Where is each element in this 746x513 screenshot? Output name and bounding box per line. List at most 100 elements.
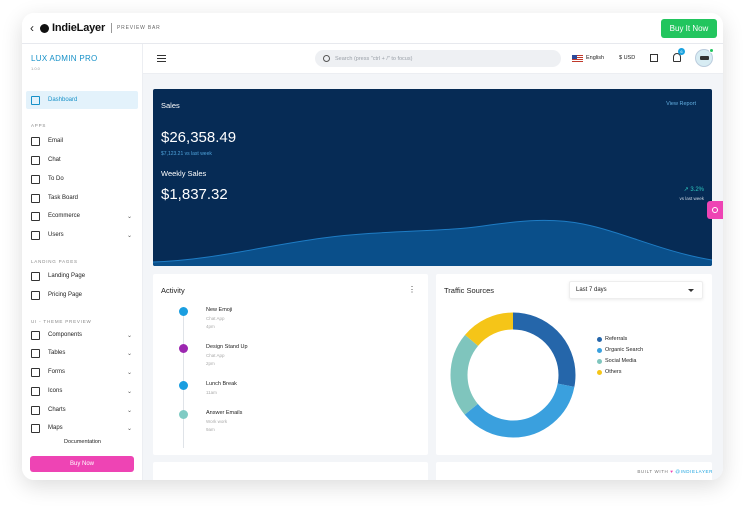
activity-item-time: 4pm [206,324,215,329]
activity-card: Activity ⋮ New Emoji Chat App 4pm Design St… [153,274,428,455]
documentation-link[interactable]: Documentation [22,439,143,445]
chevron-left-icon[interactable]: ‹ [30,21,34,35]
timeline-dot [179,381,188,390]
timeline-dot [179,344,188,353]
notification-badge: 6 [678,48,685,55]
menu-icon[interactable] [157,55,166,62]
timeline-line [183,310,184,448]
chevron-down-icon: ⌄ [126,232,132,239]
chevron-down-icon: ⌄ [126,332,132,339]
sidebar-item-chat[interactable]: Chat [26,151,138,169]
sidebar-section-label: UI - THEME PREVIEW [31,319,92,324]
activity-item-title: Answer Emails [206,410,243,416]
legend-label: Organic Search [605,347,644,353]
sidebar-item-icons[interactable]: Icons ⌄ [26,382,138,400]
sales-wave-area [153,220,712,266]
legend-item: Referrals [597,336,627,342]
board-icon [31,193,40,203]
sidebar-item-tables[interactable]: Tables ⌄ [26,344,138,362]
app-window: ‹ IndieLayer PREVIEW BAR Buy It Now LUX … [22,13,723,480]
buy-it-now-button[interactable]: Buy It Now [661,19,717,38]
legend-dot [597,369,602,375]
form-icon [31,367,40,377]
sidebar-item-maps[interactable]: Maps ⌄ [26,419,138,437]
activity-item-time: 9am [206,427,215,432]
plane-icon [31,271,40,281]
indielayer-link[interactable]: @INDIELAYER [675,469,713,474]
sidebar-item-to-do[interactable]: To Do [26,170,138,188]
sidebar-item-label: Forms [48,369,65,375]
app-version: 1.0.0 [31,66,40,71]
chevron-down-icon: ⌄ [126,369,132,376]
buy-now-button[interactable]: Buy Now [30,456,134,472]
sales-total: $26,358.49 [161,129,237,146]
dashboard-icon [31,95,40,105]
activity-item-title: Design Stand Up [206,344,248,350]
activity-item-title: Lunch Break [206,381,237,387]
sidebar-item-dashboard[interactable]: Dashboard [26,91,138,109]
activity-item-title: New Emoji [206,307,233,313]
traffic-sources-card: Traffic Sources Last 7 days Referrals Org… [436,274,712,455]
legend-dot [597,358,602,364]
cube-icon [31,330,40,340]
activity-title: Activity [161,286,185,295]
more-vertical-icon[interactable]: ⋮ [408,285,416,294]
currency-selector[interactable]: $ USD [619,55,635,61]
sidebar-item-email[interactable]: Email [26,132,138,150]
store-icon [31,211,40,221]
activity-item-time: 2pm [206,361,215,366]
sidebar-item-pricing-page[interactable]: Pricing Page [26,286,138,304]
chevron-down-icon: ⌄ [126,388,132,395]
sales-wave-chart [153,219,712,266]
sidebar-item-forms[interactable]: Forms ⌄ [26,363,138,381]
sidebar-item-users[interactable]: Users ⌄ [26,226,138,244]
date-range-select[interactable]: Last 7 days [569,281,703,299]
sidebar-item-landing-page[interactable]: Landing Page [26,267,138,285]
legend-item: Organic Search [597,347,643,353]
view-report-link[interactable]: View Report [666,101,696,107]
language-selector[interactable]: English [586,55,604,61]
sidebar-item-label: Components [48,332,83,338]
legend-label: Referrals [605,336,628,342]
sidebar-item-task-board[interactable]: Task Board [26,189,138,207]
built-with-footer: BUILT WITH ♥ @INDIELAYER [637,469,713,474]
caret-down-icon [688,289,694,292]
search-icon [323,55,330,62]
apps-grid-icon[interactable] [650,54,658,62]
chevron-down-icon: ⌄ [126,425,132,432]
shapes-icon [31,386,40,396]
search-placeholder: Search (press "ctrl + /" to focus) [335,55,413,62]
brand-name: IndieLayer [52,22,106,34]
table-icon [31,348,40,358]
weekly-sales-total: $1,837.32 [161,186,228,203]
sidebar-item-label: Maps [48,425,63,431]
preview-bar: ‹ IndieLayer PREVIEW BAR Buy It Now [22,13,723,44]
weekly-sales-title: Weekly Sales [161,169,207,178]
sidebar-item-label: Chat [48,157,61,163]
sidebar-item-label: Users [48,232,64,238]
chevron-down-icon: ⌄ [126,407,132,414]
search-input[interactable]: Search (press "ctrl + /" to focus) [315,50,561,67]
sidebar-item-label: Icons [48,388,63,394]
growth-percent: ↗ 3.2% [683,187,704,193]
header: Search (press "ctrl + /" to focus) Engli… [143,44,723,74]
sidebar-item-label: Email [48,138,64,144]
timeline-dot [179,410,188,419]
chart-icon [31,405,40,415]
us-flag-icon[interactable] [572,55,583,62]
sidebar-item-ecommerce[interactable]: Ecommerce ⌄ [26,207,138,225]
main-content: Search (press "ctrl + /" to focus) Engli… [143,44,723,480]
settings-gear-button[interactable] [707,201,723,219]
chevron-down-icon: ⌄ [126,350,132,357]
activity-item-source: Chat App [206,316,225,321]
sidebar-item-label: Tables [48,350,66,356]
indielayer-logo-icon [40,23,49,33]
sidebar-item-charts[interactable]: Charts ⌄ [26,401,138,419]
sidebar-item-components[interactable]: Components ⌄ [26,326,138,344]
sidebar-section-label: APPS [31,123,47,128]
traffic-donut-chart [450,312,576,438]
mail-icon [31,136,40,146]
legend-label: Social Media [605,358,637,364]
chevron-down-icon: ⌄ [126,213,132,220]
gear-icon [712,207,718,213]
